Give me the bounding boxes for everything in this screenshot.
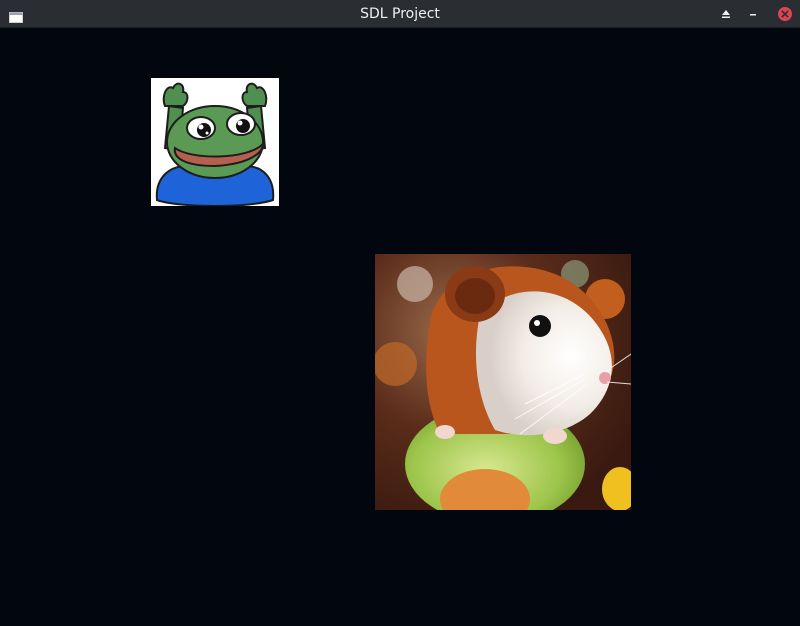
minus-icon (750, 14, 756, 16)
title-bar[interactable]: SDL Project (0, 0, 800, 28)
frog-sprite (151, 78, 279, 206)
render-canvas[interactable] (0, 28, 800, 626)
keep-above-button[interactable] (718, 6, 734, 22)
window-title: SDL Project (360, 6, 440, 22)
close-icon (778, 7, 792, 21)
eject-icon (722, 10, 730, 18)
hamster-sprite (375, 254, 631, 510)
frog-image (151, 78, 279, 206)
sdl-window: SDL Project (0, 0, 800, 626)
minimize-button[interactable] (745, 6, 761, 22)
hamster-image (375, 254, 631, 510)
close-button[interactable] (777, 6, 793, 22)
